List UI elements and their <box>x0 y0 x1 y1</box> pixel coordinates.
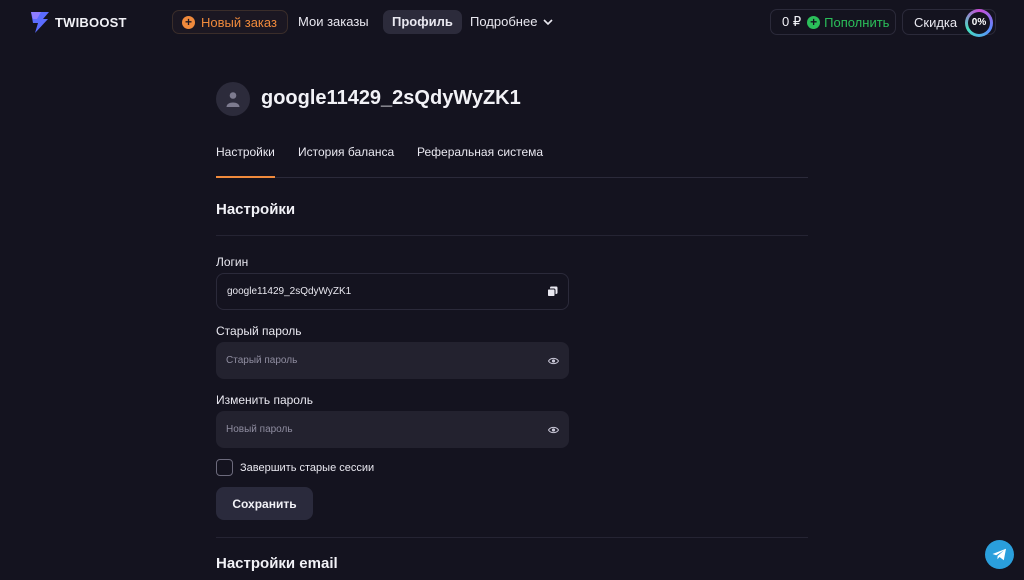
discount-widget[interactable]: Скидка 0% <box>902 9 996 37</box>
logo-text: TWIBOOST <box>55 14 127 30</box>
chevron-down-icon <box>543 18 553 25</box>
nav-more[interactable]: Подробнее <box>461 10 562 34</box>
topup-label: Пополнить <box>824 14 890 30</box>
plus-circle-icon: + <box>807 15 821 29</box>
nav-more-label: Подробнее <box>470 14 538 29</box>
discount-label: Скидка <box>914 14 958 30</box>
profile-tabs: Настройки История баланса Реферальная си… <box>216 145 808 178</box>
old-password-field[interactable]: Старый пароль <box>216 342 569 379</box>
avatar <box>216 82 250 116</box>
eye-icon[interactable] <box>548 426 559 434</box>
plus-circle-icon: + <box>182 15 195 29</box>
telegram-icon <box>992 548 1006 561</box>
new-order-label: Новый заказ <box>201 14 277 30</box>
divider <box>216 537 808 538</box>
eye-icon[interactable] <box>548 357 559 365</box>
copy-icon[interactable] <box>547 286 558 297</box>
logo[interactable]: TWIBOOST <box>29 10 127 34</box>
settings-title: Настройки <box>216 201 296 218</box>
discount-value: 0% <box>968 12 990 34</box>
login-field[interactable]: google11429_2sQdyWyZK1 <box>216 273 569 310</box>
end-sessions-row: Завершить старые сессии <box>216 459 374 476</box>
save-button[interactable]: Сохранить <box>216 487 313 520</box>
nav-profile[interactable]: Профиль <box>383 10 462 34</box>
discount-badge: 0% <box>965 9 993 37</box>
telegram-button[interactable] <box>985 540 1014 569</box>
balance-value: 0 ₽ <box>782 14 802 29</box>
login-label: Логин <box>216 255 249 269</box>
tab-referral[interactable]: Реферальная система <box>417 145 543 177</box>
top-header: TWIBOOST + Новый заказ Мои заказы Профил… <box>0 0 1024 44</box>
divider <box>216 235 808 236</box>
new-order-button[interactable]: + Новый заказ <box>172 10 288 34</box>
tab-settings[interactable]: Настройки <box>216 145 275 178</box>
profile-username: google11429_2sQdyWyZK1 <box>261 87 521 109</box>
balance-widget: 0 ₽ + Пополнить <box>770 9 896 35</box>
old-password-placeholder: Старый пароль <box>226 355 298 366</box>
login-value: google11429_2sQdyWyZK1 <box>227 286 352 297</box>
tab-balance-history[interactable]: История баланса <box>298 145 394 177</box>
topup-button[interactable]: + Пополнить <box>807 15 889 30</box>
email-settings-title: Настройки email <box>216 555 338 572</box>
lightning-icon <box>31 12 49 33</box>
old-password-label: Старый пароль <box>216 324 302 338</box>
end-sessions-checkbox[interactable] <box>216 459 233 476</box>
new-password-field[interactable]: Новый пароль <box>216 411 569 448</box>
user-icon <box>226 92 240 107</box>
nav-my-orders[interactable]: Мои заказы <box>289 10 378 34</box>
new-password-placeholder: Новый пароль <box>226 424 293 435</box>
new-password-label: Изменить пароль <box>216 393 313 407</box>
end-sessions-label[interactable]: Завершить старые сессии <box>240 462 374 474</box>
